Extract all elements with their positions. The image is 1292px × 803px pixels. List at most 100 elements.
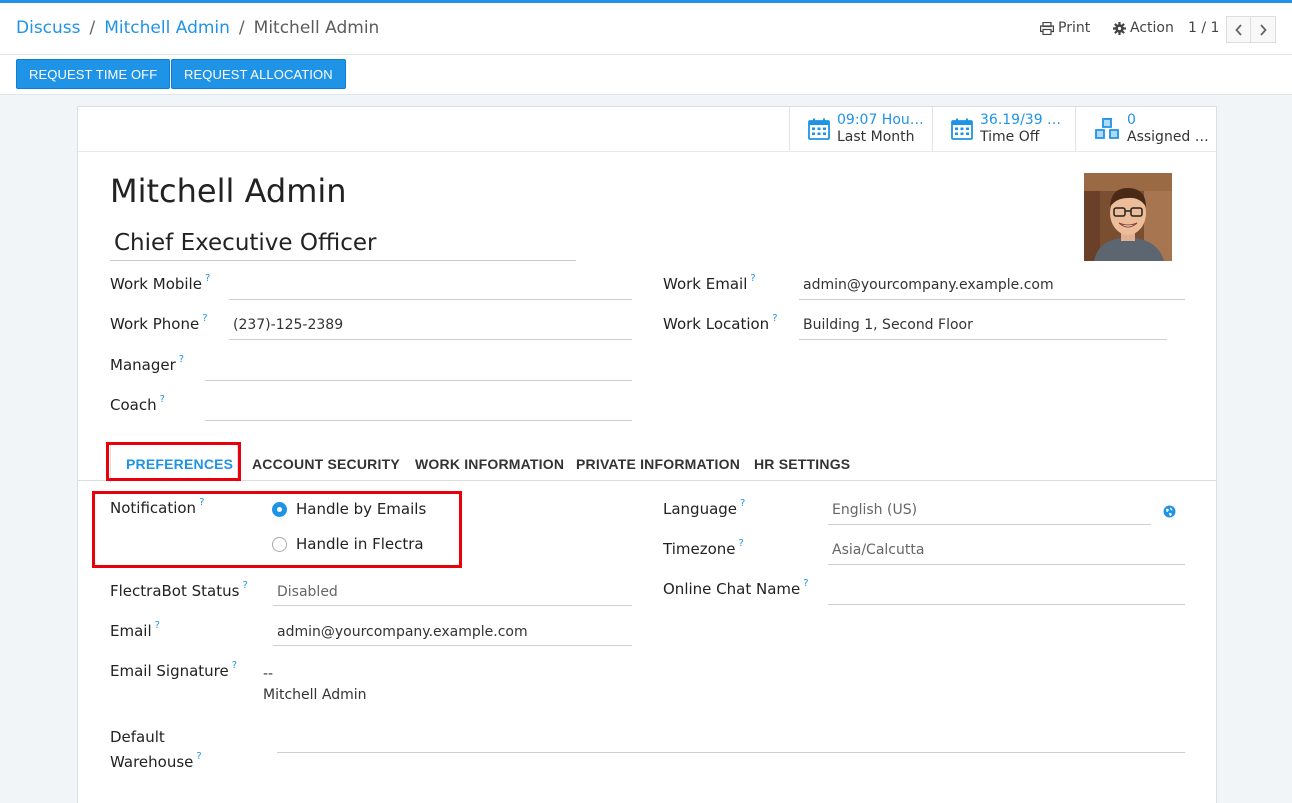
help-icon[interactable]: ?: [205, 273, 210, 284]
stat-button-box: 09:07 Hou… Last Month 36.19/39 … Time Of…: [78, 107, 1216, 152]
flectrabot-status-select[interactable]: [273, 605, 632, 606]
default-warehouse-label-line1: Default: [110, 728, 165, 746]
help-icon[interactable]: ?: [160, 394, 165, 405]
request-allocation-button[interactable]: REQUEST ALLOCATION: [171, 59, 346, 89]
work-location-value: Building 1, Second Floor: [803, 317, 973, 333]
work-location-input[interactable]: [799, 339, 1167, 340]
help-icon[interactable]: ?: [242, 580, 247, 591]
stat-button-time-off[interactable]: 36.19/39 … Time Off: [932, 107, 1075, 151]
email-signature-line2[interactable]: Mitchell Admin: [263, 687, 367, 703]
radio-label: Handle by Emails: [296, 500, 427, 518]
breadcrumb-separator: /: [238, 18, 245, 38]
request-time-off-button[interactable]: REQUEST TIME OFF: [16, 59, 171, 89]
email-input[interactable]: [273, 645, 632, 646]
action-button[interactable]: Action: [1113, 20, 1174, 36]
work-phone-input[interactable]: [229, 339, 632, 340]
help-icon[interactable]: ?: [232, 660, 237, 671]
pager-next-button[interactable]: [1251, 16, 1276, 43]
stat-button-last-month[interactable]: 09:07 Hou… Last Month: [789, 107, 932, 151]
control-panel: Discuss / Mitchell Admin / Mitchell Admin Pr…: [0, 3, 1292, 94]
email-signature-line1[interactable]: --: [263, 666, 273, 682]
notebook-tabs: PREFERENCES ACCOUNT SECURITY WORK INFORM…: [78, 443, 1216, 482]
chevron-right-icon: [1260, 23, 1267, 36]
stat-button-assigned[interactable]: 0 Assigned …: [1075, 107, 1218, 151]
pager-previous-button[interactable]: [1226, 16, 1251, 43]
flectrabot-status-label: FlectraBot Status?: [110, 580, 248, 600]
calendar-icon: [808, 118, 830, 140]
email-label: Email?: [110, 620, 160, 640]
help-icon[interactable]: ?: [196, 751, 201, 762]
gear-icon: [1113, 21, 1126, 35]
tab-hr-settings[interactable]: HR SETTINGS: [754, 456, 850, 472]
help-icon[interactable]: ?: [179, 354, 184, 365]
flectrabot-status-value: Disabled: [277, 584, 338, 600]
breadcrumb: Discuss / Mitchell Admin / Mitchell Admin: [16, 18, 379, 38]
language-label: Language?: [663, 498, 746, 518]
breadcrumb-separator: /: [89, 18, 96, 38]
tab-account-security[interactable]: ACCOUNT SECURITY: [252, 456, 400, 472]
help-icon[interactable]: ?: [202, 313, 207, 324]
stat-label: Assigned …: [1127, 129, 1209, 145]
stat-value: 0: [1127, 112, 1136, 128]
help-icon[interactable]: ?: [155, 620, 160, 631]
work-mobile-input[interactable]: [229, 299, 632, 300]
help-icon[interactable]: ?: [199, 497, 204, 508]
job-title: Chief Executive Officer: [114, 230, 377, 256]
work-phone-value: (237)-125-2389: [233, 317, 344, 333]
form-sheet: 09:07 Hou… Last Month 36.19/39 … Time Of…: [77, 106, 1217, 803]
calendar-icon: [951, 118, 973, 140]
notification-label: Notification?: [110, 497, 205, 517]
timezone-label: Timezone?: [663, 538, 744, 558]
work-location-label: Work Location?: [663, 313, 778, 333]
breadcrumb-current: Mitchell Admin: [253, 18, 380, 38]
employee-avatar[interactable]: [1084, 173, 1172, 261]
help-icon[interactable]: ?: [803, 578, 808, 589]
coach-input[interactable]: [205, 420, 632, 421]
help-icon[interactable]: ?: [772, 313, 777, 324]
help-icon[interactable]: ?: [739, 538, 744, 549]
job-title-field[interactable]: Chief Executive Officer: [110, 226, 576, 261]
radio-unchecked-icon: [272, 536, 287, 552]
coach-label: Coach?: [110, 394, 165, 414]
email-signature-label: Email Signature?: [110, 660, 238, 680]
stat-value: 09:07 Hou…: [837, 112, 924, 128]
manager-input[interactable]: [205, 380, 632, 381]
work-email-label: Work Email?: [663, 273, 756, 293]
pager-value[interactable]: 1 / 1: [1188, 20, 1219, 36]
stat-label: Time Off: [980, 129, 1040, 145]
radio-handle-in-flectra[interactable]: Handle in Flectra: [272, 535, 424, 553]
pager-buttons: [1226, 16, 1276, 43]
help-icon[interactable]: ?: [750, 273, 755, 284]
breadcrumb-discuss[interactable]: Discuss: [16, 18, 81, 38]
work-phone-label: Work Phone?: [110, 313, 208, 333]
cubes-icon: [1095, 118, 1119, 139]
print-button[interactable]: Print: [1040, 20, 1090, 36]
control-panel-divider: [0, 54, 1292, 55]
globe-icon[interactable]: [1163, 503, 1176, 522]
employee-name[interactable]: Mitchell Admin: [110, 172, 347, 210]
timezone-select[interactable]: [828, 564, 1185, 565]
default-warehouse-label-line2: Warehouse?: [110, 751, 202, 771]
email-value: admin@yourcompany.example.com: [277, 624, 528, 640]
radio-checked-icon: [272, 501, 287, 517]
help-icon[interactable]: ?: [740, 498, 745, 509]
stat-label: Last Month: [837, 129, 915, 145]
work-email-input[interactable]: [799, 299, 1185, 300]
print-icon: [1040, 21, 1054, 35]
tab-private-information[interactable]: PRIVATE INFORMATION: [576, 456, 740, 472]
breadcrumb-employee-list[interactable]: Mitchell Admin: [104, 18, 230, 38]
work-email-value: admin@yourcompany.example.com: [803, 277, 1054, 293]
print-label: Print: [1058, 20, 1091, 36]
radio-label: Handle in Flectra: [296, 535, 424, 553]
work-mobile-label: Work Mobile?: [110, 273, 211, 293]
online-chat-name-input[interactable]: [828, 604, 1185, 605]
manager-label: Manager?: [110, 354, 185, 374]
language-value: English (US): [832, 502, 918, 518]
default-warehouse-input[interactable]: [277, 752, 1185, 753]
language-select[interactable]: [828, 524, 1151, 525]
tab-preferences[interactable]: PREFERENCES: [126, 456, 233, 472]
timezone-value: Asia/Calcutta: [832, 542, 925, 558]
tab-work-information[interactable]: WORK INFORMATION: [415, 456, 564, 472]
chevron-left-icon: [1234, 23, 1242, 36]
radio-handle-by-emails[interactable]: Handle by Emails: [272, 500, 426, 518]
